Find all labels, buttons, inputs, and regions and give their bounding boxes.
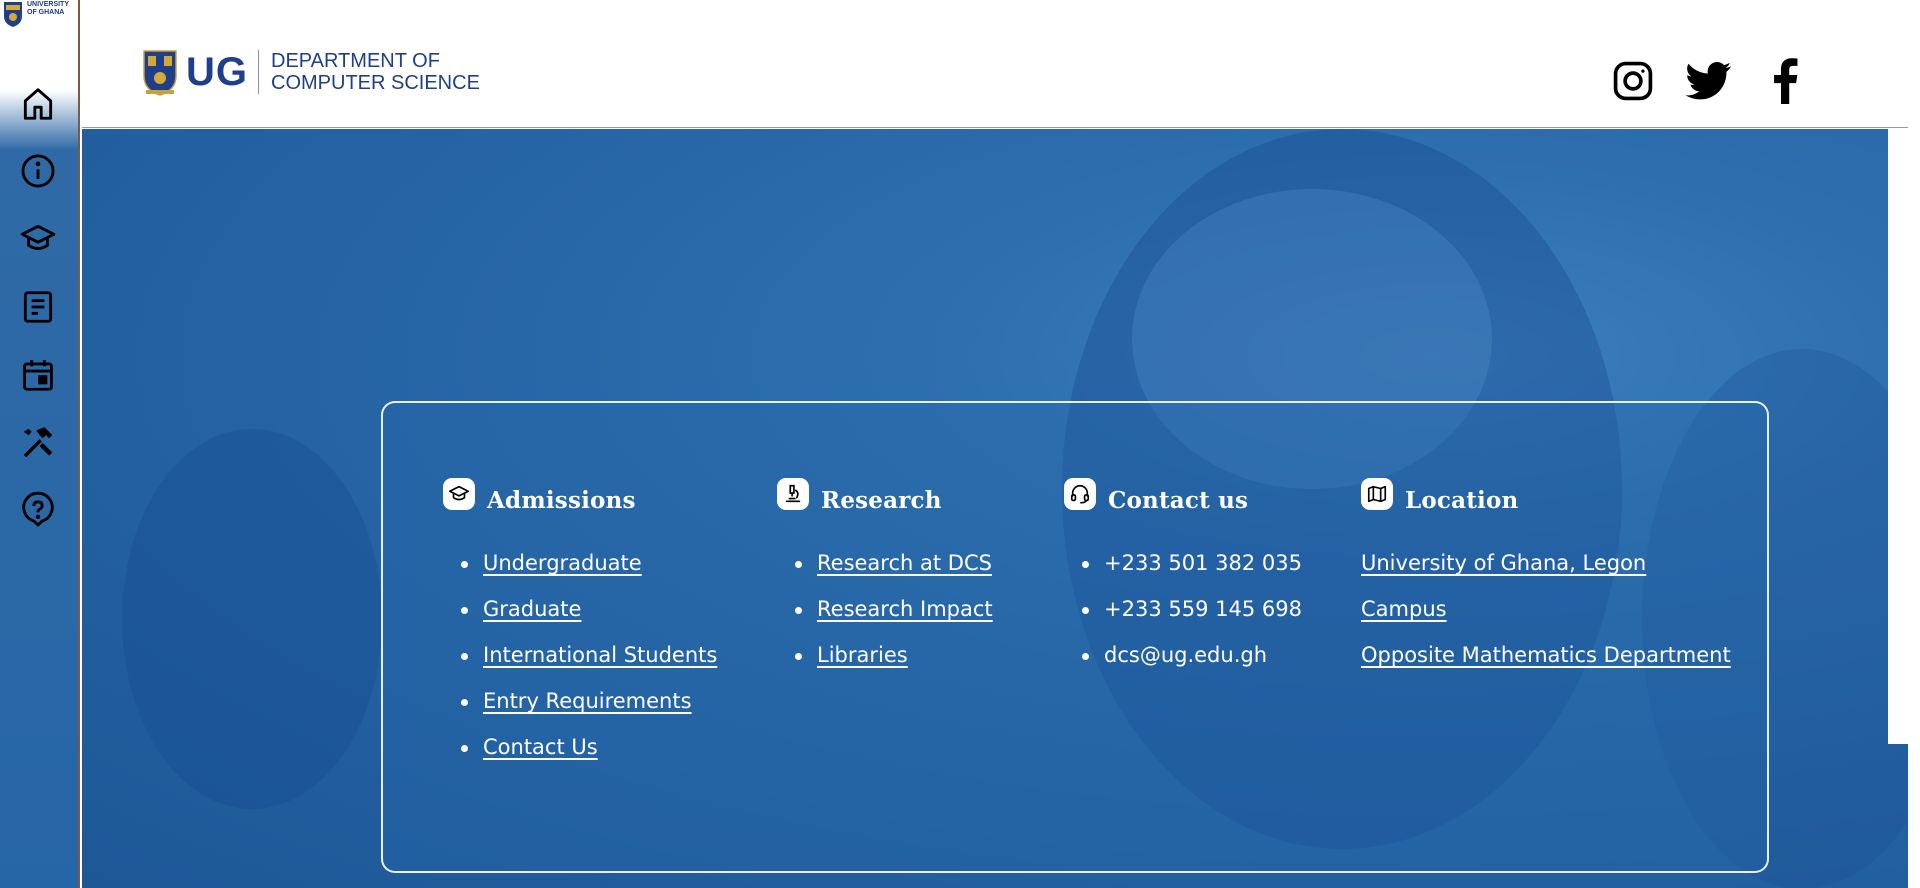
- hero-section: Admissions Undergraduate Graduate Intern…: [82, 129, 1908, 888]
- list-item: University of Ghana, Legon: [1361, 540, 1731, 586]
- sidebar-item-news[interactable]: [18, 287, 58, 327]
- list-item: Entry Requirements: [461, 678, 717, 724]
- brand-logo[interactable]: UG DEPARTMENT OF COMPUTER SCIENCE: [142, 48, 480, 96]
- list-item: +233 559 145 698: [1082, 586, 1302, 632]
- location-title: Location: [1405, 487, 1519, 514]
- research-header: Research: [777, 477, 993, 514]
- location-header: Location: [1361, 477, 1731, 514]
- admissions-icon-badge: [443, 477, 475, 510]
- hero-edge: [1888, 129, 1908, 744]
- facebook-icon: [1774, 58, 1798, 104]
- research-links: Research at DCS Research Impact Librarie…: [795, 540, 993, 678]
- graduation-cap-icon: [20, 224, 56, 250]
- location-line-2[interactable]: Campus: [1361, 597, 1447, 621]
- location-line-1[interactable]: University of Ghana, Legon: [1361, 551, 1646, 575]
- list-item: Opposite Mathematics Department: [1361, 632, 1731, 678]
- undergraduate-link[interactable]: Undergraduate: [483, 551, 642, 575]
- sidebar-logo-line1: UNIVERSITY: [27, 1, 70, 8]
- list-item: dcs@ug.edu.gh: [1082, 632, 1302, 678]
- graduation-cap-icon: [449, 485, 469, 500]
- research-title: Research: [821, 487, 942, 514]
- list-item: +233 501 382 035: [1082, 540, 1302, 586]
- twitter-icon: [1686, 62, 1732, 100]
- contact-list: +233 501 382 035 +233 559 145 698 dcs@ug…: [1082, 540, 1302, 678]
- social-links: [1610, 58, 1808, 104]
- ug-wordmark: UG: [186, 49, 248, 94]
- ug-crest-icon: [143, 50, 177, 96]
- sidebar-item-academics[interactable]: [18, 219, 58, 259]
- sidebar-item-help[interactable]: [18, 490, 58, 530]
- sidebar-logo[interactable]: UNIVERSITY OF GHANA: [2, 0, 72, 32]
- location-lines: University of Ghana, Legon Campus Opposi…: [1361, 540, 1731, 678]
- research-icon-badge: [777, 477, 809, 510]
- list-item: Contact Us: [461, 724, 717, 770]
- admissions-header: Admissions: [443, 477, 717, 514]
- list-item: International Students: [461, 632, 717, 678]
- twitter-link[interactable]: [1686, 58, 1732, 104]
- sidebar: UNIVERSITY OF GHANA: [0, 0, 80, 888]
- list-item: Research Impact: [795, 586, 993, 632]
- contact-title: Contact us: [1108, 487, 1249, 514]
- document-icon: [23, 291, 53, 323]
- libraries-link[interactable]: Libraries: [817, 643, 908, 667]
- phone-number-2: +233 559 145 698: [1104, 597, 1302, 621]
- contact-column: Contact us +233 501 382 035 +233 559 145…: [1064, 477, 1302, 678]
- admissions-title: Admissions: [487, 487, 636, 514]
- instagram-icon: [1613, 61, 1653, 101]
- calendar-icon: [23, 359, 53, 391]
- contact-icon-badge: [1064, 477, 1096, 510]
- info-icon: [21, 154, 55, 188]
- international-students-link[interactable]: International Students: [483, 643, 717, 667]
- sidebar-item-facilities[interactable]: [18, 423, 58, 463]
- list-item: Graduate: [461, 586, 717, 632]
- department-name: DEPARTMENT OF COMPUTER SCIENCE: [271, 50, 480, 94]
- sidebar-logo-line2: OF GHANA: [27, 9, 65, 16]
- list-item: Campus: [1361, 586, 1731, 632]
- location-icon-badge: [1361, 477, 1393, 510]
- contact-header: Contact us: [1064, 477, 1302, 514]
- sidebar-item-home[interactable]: [18, 84, 58, 124]
- brand-divider: [258, 50, 259, 94]
- list-item: Research at DCS: [795, 540, 993, 586]
- sidebar-item-about[interactable]: [18, 151, 58, 191]
- list-item: Undergraduate: [461, 540, 717, 586]
- microscope-icon: [785, 484, 801, 502]
- research-impact-link[interactable]: Research Impact: [817, 597, 993, 621]
- background-photo-shape: [122, 429, 382, 809]
- graduate-link[interactable]: Graduate: [483, 597, 581, 621]
- site-header: UG DEPARTMENT OF COMPUTER SCIENCE: [82, 0, 1908, 128]
- research-at-dcs-link[interactable]: Research at DCS: [817, 551, 992, 575]
- list-item: Libraries: [795, 632, 993, 678]
- email-address: dcs@ug.edu.gh: [1104, 643, 1268, 667]
- admissions-column: Admissions Undergraduate Graduate Intern…: [443, 477, 717, 770]
- map-icon: [1367, 485, 1387, 502]
- admissions-links: Undergraduate Graduate International Stu…: [461, 540, 717, 770]
- location-column: Location University of Ghana, Legon Camp…: [1361, 477, 1731, 678]
- crest-icon: [4, 2, 22, 27]
- research-column: Research Research at DCS Research Impact…: [777, 477, 993, 678]
- phone-number-1: +233 501 382 035: [1104, 551, 1302, 575]
- instagram-link[interactable]: [1610, 58, 1656, 104]
- entry-requirements-link[interactable]: Entry Requirements: [483, 689, 692, 713]
- location-line-3[interactable]: Opposite Mathematics Department: [1361, 643, 1731, 667]
- sidebar-item-events[interactable]: [18, 355, 58, 395]
- footer-card: Admissions Undergraduate Graduate Intern…: [381, 401, 1769, 873]
- home-icon: [23, 88, 53, 120]
- department-line1: DEPARTMENT OF: [271, 50, 440, 72]
- headset-icon: [1070, 484, 1090, 504]
- sidebar-logo-text: UNIVERSITY OF GHANA: [27, 1, 69, 17]
- help-icon: [22, 491, 54, 527]
- department-line2: COMPUTER SCIENCE: [271, 72, 480, 94]
- tools-icon: [23, 427, 53, 458]
- facebook-link[interactable]: [1762, 58, 1808, 104]
- contact-us-link[interactable]: Contact Us: [483, 735, 598, 759]
